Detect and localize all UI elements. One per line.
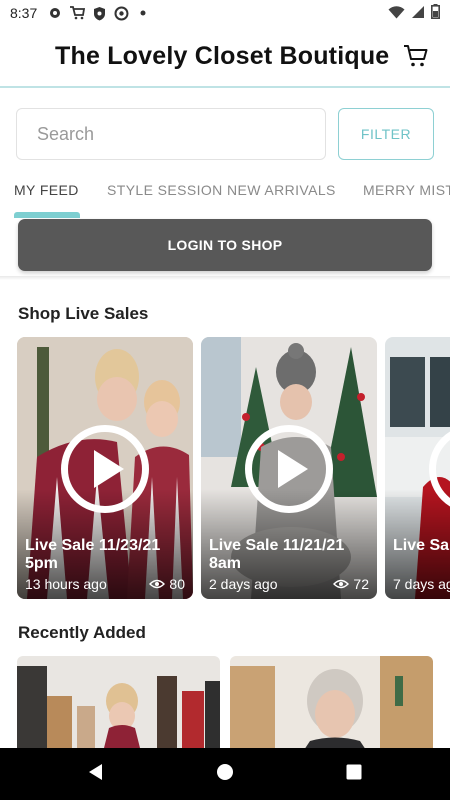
- status-time: 8:37: [10, 5, 38, 21]
- live-sale-title: Live Sale 11/21/21 8am: [209, 537, 345, 572]
- battery-icon: [431, 4, 441, 22]
- product-card[interactable]: [17, 656, 220, 748]
- live-sale-time-ago: 7 days ago: [393, 576, 450, 592]
- status-bar: 8:37: [0, 0, 450, 26]
- search-row: FILTER: [16, 108, 434, 160]
- tab-style-session-new-arrivals[interactable]: STYLE SESSION NEW ARRIVALS: [107, 182, 336, 198]
- app-header: The Lovely Closet Boutique: [0, 26, 450, 88]
- product-card[interactable]: [230, 656, 433, 748]
- app-title: The Lovely Closet Boutique: [55, 42, 390, 70]
- tab-my-feed[interactable]: MY FEED: [14, 182, 79, 198]
- login-to-shop-button[interactable]: LOGIN TO SHOP: [18, 219, 432, 271]
- play-icon[interactable]: [245, 425, 333, 513]
- home-button[interactable]: [213, 762, 237, 786]
- live-sale-title: Live Sale 11/23/21 5pm: [25, 537, 161, 572]
- eye-icon: [149, 579, 166, 589]
- shopping-cart-icon: [403, 44, 429, 73]
- gear-icon: [47, 5, 63, 21]
- divider: [0, 276, 450, 280]
- product-thumbnail: [230, 656, 433, 748]
- recents-square-icon: [346, 764, 362, 785]
- live-sale-card[interactable]: Live Sale 11/23/21 5pm 13 hours ago 80: [17, 337, 193, 599]
- live-sale-card[interactable]: Live Sale 11/21/21 8am 2 days ago 72: [201, 337, 377, 599]
- dot-icon: [135, 5, 151, 21]
- live-sale-card[interactable]: Live Sale 5pm 7 days ago: [385, 337, 450, 599]
- recently-added-carousel[interactable]: [0, 656, 450, 748]
- recents-button[interactable]: [342, 762, 366, 786]
- live-sales-heading: Shop Live Sales: [18, 304, 149, 323]
- view-count: 80: [149, 576, 185, 592]
- shield-icon: [91, 5, 107, 21]
- tab-merry-mist[interactable]: MERRY MIST: [363, 182, 450, 198]
- live-sale-meta: 13 hours ago 80: [25, 576, 185, 592]
- filter-button[interactable]: FILTER: [338, 108, 434, 160]
- system-navigation-bar: [0, 748, 450, 800]
- live-sale-meta: 7 days ago: [393, 576, 450, 592]
- back-triangle-icon: [87, 763, 105, 786]
- shopping-cart-button[interactable]: [402, 44, 430, 72]
- search-input[interactable]: [16, 108, 326, 160]
- at-sign-icon: [113, 5, 129, 21]
- wifi-icon: [388, 5, 405, 22]
- live-sale-time-ago: 2 days ago: [209, 576, 278, 592]
- signal-icon: [411, 5, 425, 22]
- eye-icon: [333, 579, 350, 589]
- live-sale-time-ago: 13 hours ago: [25, 576, 107, 592]
- live-sale-meta: 2 days ago 72: [209, 576, 369, 592]
- cart-icon: [69, 5, 86, 21]
- play-icon[interactable]: [61, 425, 149, 513]
- recently-added-heading: Recently Added: [18, 623, 146, 642]
- view-count-value: 72: [353, 576, 369, 592]
- active-tab-indicator: [14, 212, 80, 218]
- feed-tabs: MY FEED STYLE SESSION NEW ARRIVALS MERRY…: [0, 172, 450, 218]
- back-button[interactable]: [84, 762, 108, 786]
- home-circle-icon: [216, 763, 234, 786]
- live-sales-carousel[interactable]: Live Sale 11/23/21 5pm 13 hours ago 80 L…: [0, 337, 450, 599]
- view-count: 72: [333, 576, 369, 592]
- product-thumbnail: [17, 656, 220, 748]
- live-sale-title: Live Sale 5pm: [393, 537, 450, 554]
- view-count-value: 80: [169, 576, 185, 592]
